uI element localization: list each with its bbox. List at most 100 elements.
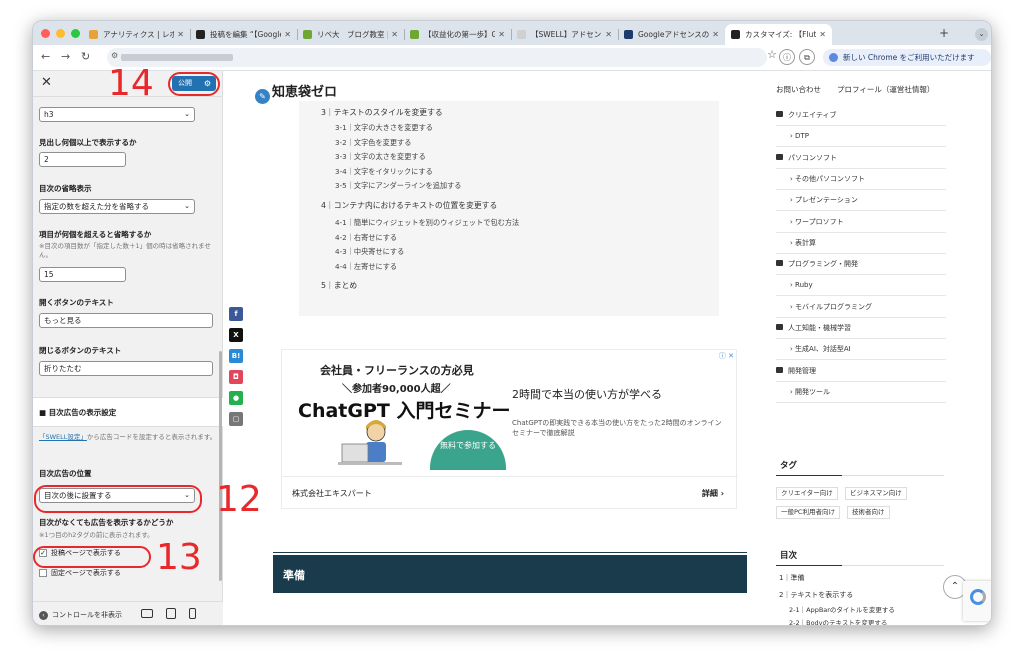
omit-select[interactable]: 指定の数を超えた分を省略する ⌄ — [39, 199, 195, 214]
zoom-window-button[interactable] — [71, 29, 80, 38]
tab-close-icon[interactable]: ✕ — [712, 30, 719, 39]
category-item[interactable]: 開発管理 — [776, 361, 946, 382]
category-item[interactable]: クリエイティブ — [776, 105, 946, 126]
site-title[interactable]: 知恵袋ゼロ — [272, 81, 337, 100]
tag-chip[interactable]: ビジネスマン向け — [845, 487, 907, 500]
category-subitem[interactable]: › その他パソコンソフト — [776, 169, 946, 190]
browser-tab[interactable]: リベ大 ブログ教室 | ブロ✕ — [297, 24, 404, 45]
category-subitem[interactable]: › 生成AI、対話型AI — [776, 339, 946, 361]
ad-detail-link[interactable]: 詳細 › — [702, 488, 724, 499]
category-subitem[interactable]: › 表計算 — [776, 233, 946, 254]
browser-tab[interactable]: 投稿を編集 “【Google Ads✕ — [190, 24, 297, 45]
tab-favicon-icon — [196, 30, 205, 39]
tab-search-button[interactable]: ⌄ — [975, 28, 988, 41]
tab-title: アナリティクス | レポートの — [103, 30, 174, 39]
tab-title: Googleアドセンスの貼り付 — [638, 30, 710, 39]
share-button[interactable]: f — [229, 307, 243, 321]
tab-close-icon[interactable]: ✕ — [391, 30, 398, 39]
tag-chip[interactable]: 技術者向け — [847, 506, 890, 519]
nav-profile-link[interactable]: プロフィール（運営社情報） — [837, 84, 934, 95]
checkbox-unchecked-icon — [39, 569, 47, 577]
ad-line-2: ＼参加者90,000人超／ — [342, 384, 451, 395]
forward-button[interactable]: → — [61, 50, 70, 63]
ad-choices-icon[interactable]: ⓘ ✕ — [719, 351, 734, 361]
close-window-button[interactable] — [41, 29, 50, 38]
close-customizer-icon[interactable]: ✕ — [41, 75, 52, 90]
share-button[interactable]: ◘ — [229, 370, 243, 384]
category-subitem[interactable]: › 開発ツール — [776, 382, 946, 403]
open-button-text-label: 開くボタンのテキスト — [39, 298, 114, 307]
tag-chip[interactable]: クリエイター向け — [776, 487, 838, 500]
tab-close-icon[interactable]: ✕ — [819, 30, 826, 39]
tag-chip[interactable]: 一般PC利用者向け — [776, 506, 840, 519]
category-label: パソコンソフト — [788, 153, 837, 162]
category-subitem[interactable]: › ワープロソフト — [776, 212, 946, 233]
chrome-update-button[interactable]: 新しい Chrome をご利用いただけます — [823, 49, 991, 66]
minimize-window-button[interactable] — [56, 29, 65, 38]
close-button-text-input[interactable]: 折りたたむ — [39, 361, 213, 376]
back-button[interactable]: ← — [41, 50, 50, 63]
toc-item[interactable]: 3｜テキストのスタイルを変更する — [321, 107, 443, 118]
toc-item[interactable]: 4-1｜簡単にウィジェットを別のウィジェットで包む方法 — [335, 218, 519, 228]
side-toc-item[interactable]: 1｜準備 — [779, 573, 804, 583]
browser-tab[interactable]: 【収益化の第一歩】Google✕ — [404, 24, 511, 45]
share-button[interactable]: B! — [229, 349, 243, 363]
browser-tab[interactable]: 【SWELL】アドセンス広告✕ — [511, 24, 618, 45]
chevron-down-icon: ⌄ — [184, 202, 190, 210]
tablet-preview-icon[interactable] — [166, 608, 176, 619]
omit-count-input[interactable]: 15 — [39, 267, 126, 282]
side-toc-item[interactable]: 2-2｜Bodyのテキストを変更する — [789, 617, 887, 625]
reload-button[interactable]: ↻ — [81, 50, 90, 63]
browser-tab[interactable]: Googleアドセンスの貼り付✕ — [618, 24, 725, 45]
hide-controls-button[interactable]: ‹ コントロールを非表示 — [39, 610, 122, 620]
side-toc-item[interactable]: 2｜テキストを表示する — [779, 590, 853, 600]
category-subitem[interactable]: › DTP — [776, 126, 946, 148]
category-subitem[interactable]: › モバイルプログラミング — [776, 297, 946, 318]
category-item[interactable]: プログラミング・開発 — [776, 254, 946, 276]
tab-close-icon[interactable]: ✕ — [284, 30, 291, 39]
heading-level-select[interactable]: h3 ⌄ — [39, 107, 195, 122]
address-bar[interactable]: ⚙ ☆ — [107, 48, 777, 67]
toc-item[interactable]: 3-3｜文字の太さを変更する — [335, 152, 426, 162]
share-button[interactable]: ▢ — [229, 412, 243, 426]
extension-icon[interactable]: ⓘ — [779, 49, 795, 65]
min-heading-input[interactable]: 2 — [39, 152, 126, 167]
ad-cta-button[interactable]: 無料で参加する — [430, 430, 506, 470]
toc-item[interactable]: 4-4｜左寄せにする — [335, 262, 397, 272]
side-toc-item[interactable]: 2-1｜AppBarのタイトルを変更する — [789, 604, 895, 614]
toc-item[interactable]: 4-2｜右寄せにする — [335, 233, 397, 243]
toc-item[interactable]: 4-3｜中央寄せにする — [335, 247, 404, 257]
extensions-puzzle-icon[interactable]: ⧉ — [799, 49, 815, 65]
toc-item[interactable]: 4｜コンテナ内におけるテキストの位置を変更する — [321, 200, 497, 211]
category-subitem[interactable]: › Ruby — [776, 275, 946, 297]
ad-company: 株式会社エキスパート — [292, 489, 372, 498]
new-tab-button[interactable]: + — [939, 26, 949, 40]
tab-close-icon[interactable]: ✕ — [605, 30, 612, 39]
swell-settings-link[interactable]: 「SWELL設定」 — [39, 433, 87, 441]
edit-shortcut-pencil-icon[interactable]: ✎ — [255, 89, 270, 104]
toc-item[interactable]: 3-5｜文字にアンダーラインを追加する — [335, 181, 461, 191]
toc-item[interactable]: 5｜まとめ — [321, 280, 357, 291]
toc-item[interactable]: 3-4｜文字をイタリックにする — [335, 167, 433, 177]
sidebar-scrollbar[interactable] — [219, 351, 222, 581]
desktop-preview-icon[interactable] — [141, 609, 153, 618]
toc-item[interactable]: 3-2｜文字色を変更する — [335, 138, 411, 148]
site-info-icon[interactable]: ⚙ — [111, 51, 118, 60]
category-subitem[interactable]: › プレゼンテーション — [776, 190, 946, 212]
tab-close-icon[interactable]: ✕ — [498, 30, 505, 39]
show-on-pages-checkbox[interactable]: 固定ページで表示する — [39, 568, 121, 578]
bookmark-star-icon[interactable]: ☆ — [767, 48, 777, 61]
category-item[interactable]: パソコンソフト — [776, 148, 946, 169]
share-button[interactable]: ● — [229, 391, 243, 405]
tab-close-icon[interactable]: ✕ — [177, 30, 184, 39]
toc-ad-banner[interactable]: ⓘ ✕ 会社員・フリーランスの方必見 ＼参加者90,000人超／ ChatGPT… — [281, 349, 738, 509]
nav-contact-link[interactable]: お問い合わせ — [776, 84, 821, 95]
mobile-preview-icon[interactable] — [189, 608, 196, 619]
open-button-text-input[interactable]: もっと見る — [39, 313, 213, 328]
browser-tab[interactable]: カスタマイズ: 【Flutter】✕ — [725, 24, 832, 45]
category-item[interactable]: 人工知能・機械学習 — [776, 318, 946, 339]
share-button[interactable]: X — [229, 328, 243, 342]
toc-item[interactable]: 3-1｜文字の大きさを変更する — [335, 123, 433, 133]
recaptcha-badge[interactable] — [963, 581, 991, 621]
browser-tab[interactable]: アナリティクス | レポートの✕ — [83, 24, 190, 45]
